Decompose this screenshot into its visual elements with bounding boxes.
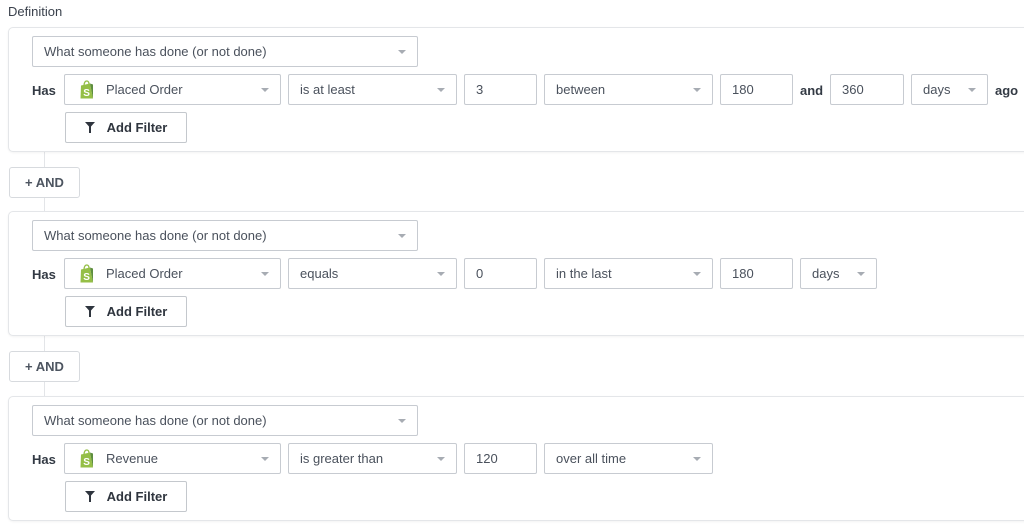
event-value: Placed Order — [106, 266, 183, 281]
chevron-down-icon — [261, 272, 269, 276]
timeframe-select[interactable]: over all time — [544, 443, 713, 474]
count-input[interactable]: 0 — [464, 258, 537, 289]
unit-select[interactable]: days — [911, 74, 988, 105]
has-label: Has — [32, 267, 56, 282]
chevron-down-icon — [693, 272, 701, 276]
timeframe-value: over all time — [556, 451, 627, 466]
chevron-down-icon — [398, 234, 406, 238]
operator-select[interactable]: is greater than — [288, 443, 457, 474]
condition-type-select[interactable]: What someone has done (or not done) — [32, 405, 418, 436]
shopify-icon: S — [80, 448, 93, 468]
timeframe-value: in the last — [556, 266, 612, 281]
event-select[interactable]: S Placed Order — [64, 258, 281, 289]
condition-card-2: What someone has done (or not done) Has … — [8, 211, 1024, 336]
unit-value: days — [812, 266, 840, 281]
event-value: Revenue — [106, 451, 159, 466]
operator-value: is greater than — [300, 451, 384, 466]
chevron-down-icon — [261, 457, 269, 461]
chevron-down-icon — [398, 50, 406, 54]
and-label: and — [800, 83, 824, 98]
chevron-down-icon — [968, 88, 976, 92]
count-value: 3 — [476, 82, 484, 97]
add-filter-label: Add Filter — [106, 120, 168, 135]
operator-select[interactable]: equals — [288, 258, 457, 289]
count-input[interactable]: 3 — [464, 74, 537, 105]
has-label: Has — [32, 452, 56, 467]
timeframe-value: between — [556, 82, 606, 97]
filter-icon — [84, 491, 95, 502]
event-select[interactable]: S Revenue — [64, 443, 281, 474]
has-label: Has — [32, 83, 56, 98]
chevron-down-icon — [857, 272, 865, 276]
add-and-condition-button[interactable]: + AND — [9, 167, 80, 198]
svg-text:S: S — [83, 457, 90, 468]
operator-value: is at least — [300, 82, 355, 97]
event-select[interactable]: S Placed Order — [64, 74, 281, 105]
condition-type-select[interactable]: What someone has done (or not done) — [32, 36, 418, 67]
section-title: Definition — [8, 4, 63, 19]
shopify-icon: S — [80, 79, 93, 99]
range-value: 180 — [732, 266, 754, 281]
operator-value: equals — [300, 266, 339, 281]
chevron-down-icon — [437, 88, 445, 92]
svg-text:S: S — [83, 88, 90, 99]
condition-type-value: What someone has done (or not done) — [44, 413, 267, 428]
range-end-input[interactable]: 360 — [830, 74, 904, 105]
add-filter-button[interactable]: Add Filter — [65, 112, 187, 143]
add-filter-button[interactable]: Add Filter — [65, 481, 187, 512]
unit-select[interactable]: days — [800, 258, 877, 289]
chevron-down-icon — [398, 419, 406, 423]
timeframe-select[interactable]: between — [544, 74, 713, 105]
unit-value: days — [923, 82, 951, 97]
chevron-down-icon — [261, 88, 269, 92]
add-filter-button[interactable]: Add Filter — [65, 296, 187, 327]
add-filter-label: Add Filter — [106, 304, 168, 319]
chevron-down-icon — [693, 457, 701, 461]
amount-input[interactable]: 120 — [464, 443, 537, 474]
shopify-icon: S — [80, 263, 93, 283]
filter-icon — [84, 306, 95, 317]
condition-card-3: What someone has done (or not done) Has … — [8, 396, 1024, 521]
chevron-down-icon — [437, 272, 445, 276]
operator-select[interactable]: is at least — [288, 74, 457, 105]
range-end-value: 360 — [842, 82, 864, 97]
condition-type-select[interactable]: What someone has done (or not done) — [32, 220, 418, 251]
amount-value: 120 — [476, 451, 498, 466]
condition-type-value: What someone has done (or not done) — [44, 228, 267, 243]
range-start-value: 180 — [732, 82, 754, 97]
add-filter-label: Add Filter — [106, 489, 168, 504]
timeframe-select[interactable]: in the last — [544, 258, 713, 289]
chevron-down-icon — [437, 457, 445, 461]
ago-label: ago — [995, 83, 1019, 98]
count-value: 0 — [476, 266, 484, 281]
range-start-input[interactable]: 180 — [720, 74, 793, 105]
chevron-down-icon — [693, 88, 701, 92]
condition-card-1: What someone has done (or not done) Has … — [8, 27, 1024, 152]
condition-type-value: What someone has done (or not done) — [44, 44, 267, 59]
filter-icon — [84, 122, 95, 133]
event-value: Placed Order — [106, 82, 183, 97]
range-value-input[interactable]: 180 — [720, 258, 793, 289]
add-and-condition-button[interactable]: + AND — [9, 351, 80, 382]
svg-text:S: S — [83, 272, 90, 283]
